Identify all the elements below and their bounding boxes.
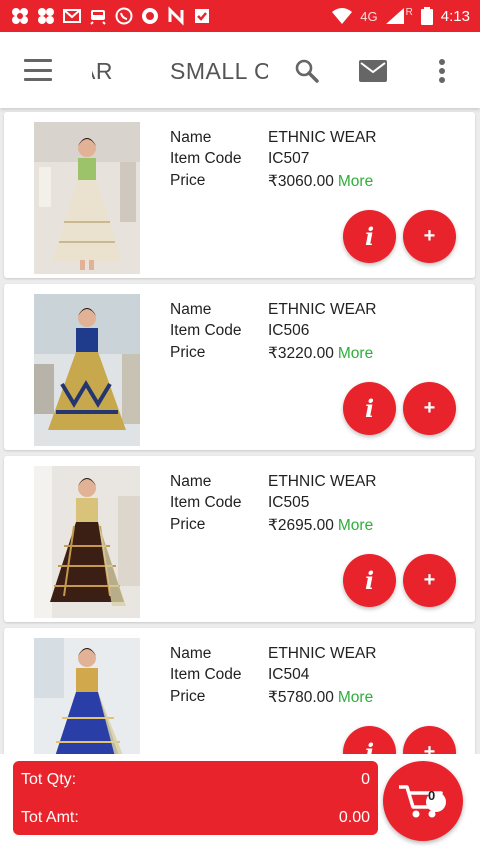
total-amt-label: Tot Amt:: [21, 809, 79, 826]
more-link[interactable]: More: [338, 689, 373, 706]
whatsapp-icon: [114, 6, 134, 26]
item-code-label: Item Code: [170, 666, 242, 683]
total-qty-label: Tot Qty:: [21, 771, 77, 788]
product-price: ₹2695.00: [268, 517, 334, 534]
price-label: Price: [170, 516, 206, 533]
price-label: Price: [170, 688, 206, 705]
name-label: Name: [170, 129, 212, 146]
product-name: ETHNIC WEAR: [268, 645, 377, 662]
item-code-label: Item Code: [170, 322, 242, 339]
system-status: 4G R 4:13: [332, 7, 470, 25]
name-label: Name: [170, 645, 212, 662]
info-button[interactable]: i: [343, 554, 396, 607]
status-bar: 4G R 4:13: [0, 0, 480, 32]
cart-icon: [399, 785, 446, 818]
compass-app-icon: [140, 6, 160, 26]
product-item-code: IC505: [268, 494, 310, 511]
news-app-icon: [166, 6, 186, 26]
product-image[interactable]: [34, 294, 140, 446]
product-price-row: ₹2695.00 More: [268, 516, 373, 535]
more-vert-icon[interactable]: [427, 56, 457, 86]
total-qty-value: 0: [361, 771, 370, 788]
wifi-icon: [332, 8, 353, 24]
page-title-right: SMALL CH: [170, 58, 268, 84]
product-image[interactable]: [34, 638, 140, 758]
checkmark-app-icon: [192, 6, 212, 26]
info-icon: i: [364, 394, 375, 423]
cart-summary-bar: Tot Qty: 0 Tot Amt: 0.00 0: [0, 754, 480, 854]
name-label: Name: [170, 301, 212, 318]
product-price: ₹3060.00: [268, 173, 334, 190]
roaming-indicator: R: [405, 6, 413, 18]
product-price: ₹5780.00: [268, 689, 334, 706]
menu-icon[interactable]: [24, 59, 52, 81]
network-type: 4G: [360, 8, 378, 24]
gmail-icon: [62, 6, 82, 26]
add-to-cart-button[interactable]: +: [403, 210, 456, 263]
plus-icon: +: [423, 225, 436, 247]
product-image[interactable]: [34, 466, 140, 618]
page-title: AR SMALL CH: [92, 54, 268, 90]
train-app-icon: [88, 6, 108, 26]
mail-icon[interactable]: [358, 56, 388, 86]
info-button[interactable]: i: [343, 382, 396, 435]
add-to-cart-button[interactable]: +: [403, 382, 456, 435]
clock: 4:13: [440, 7, 470, 25]
add-to-cart-button[interactable]: +: [403, 554, 456, 607]
nav-app-icon: [10, 6, 30, 26]
plus-icon: +: [423, 397, 436, 419]
product-price-row: ₹3060.00 More: [268, 172, 373, 191]
more-link[interactable]: More: [338, 517, 373, 534]
name-label: Name: [170, 473, 212, 490]
product-name: ETHNIC WEAR: [268, 473, 377, 490]
product-price: ₹3220.00: [268, 345, 334, 362]
product-item-code: IC506: [268, 322, 310, 339]
page-title-left: AR: [92, 58, 113, 84]
product-name: ETHNIC WEAR: [268, 129, 377, 146]
battery-icon: [420, 7, 433, 25]
product-card[interactable]: Name ETHNIC WEAR Item Code IC507 Price ₹…: [4, 112, 475, 278]
product-image[interactable]: [34, 122, 140, 274]
cart-count-badge: 0: [428, 788, 436, 803]
product-item-code: IC504: [268, 666, 310, 683]
product-card[interactable]: Name ETHNIC WEAR Item Code IC506 Price ₹…: [4, 284, 475, 450]
info-icon: i: [364, 566, 375, 595]
price-label: Price: [170, 172, 206, 189]
price-label: Price: [170, 344, 206, 361]
product-item-code: IC507: [268, 150, 310, 167]
signal-icon: [385, 8, 404, 24]
shop-app-icon: [36, 6, 56, 26]
app-bar: AR SMALL CH: [0, 32, 480, 108]
totals-panel: Tot Qty: 0 Tot Amt: 0.00: [13, 761, 378, 835]
info-button[interactable]: i: [343, 210, 396, 263]
plus-icon: +: [423, 569, 436, 591]
search-icon[interactable]: [292, 56, 322, 86]
more-link[interactable]: More: [338, 345, 373, 362]
product-name: ETHNIC WEAR: [268, 301, 377, 318]
total-amt-value: 0.00: [338, 809, 370, 826]
info-icon: i: [364, 222, 375, 251]
more-link[interactable]: More: [338, 173, 373, 190]
product-card[interactable]: Name ETHNIC WEAR Item Code IC505 Price ₹…: [4, 456, 475, 622]
product-list[interactable]: Name ETHNIC WEAR Item Code IC507 Price ₹…: [0, 108, 480, 758]
cart-button[interactable]: [383, 761, 463, 841]
notification-icons: [10, 6, 212, 26]
product-price-row: ₹3220.00 More: [268, 344, 373, 363]
product-price-row: ₹5780.00 More: [268, 688, 373, 707]
product-card[interactable]: Name ETHNIC WEAR Item Code IC504 Price ₹…: [4, 628, 475, 758]
item-code-label: Item Code: [170, 150, 242, 167]
item-code-label: Item Code: [170, 494, 242, 511]
